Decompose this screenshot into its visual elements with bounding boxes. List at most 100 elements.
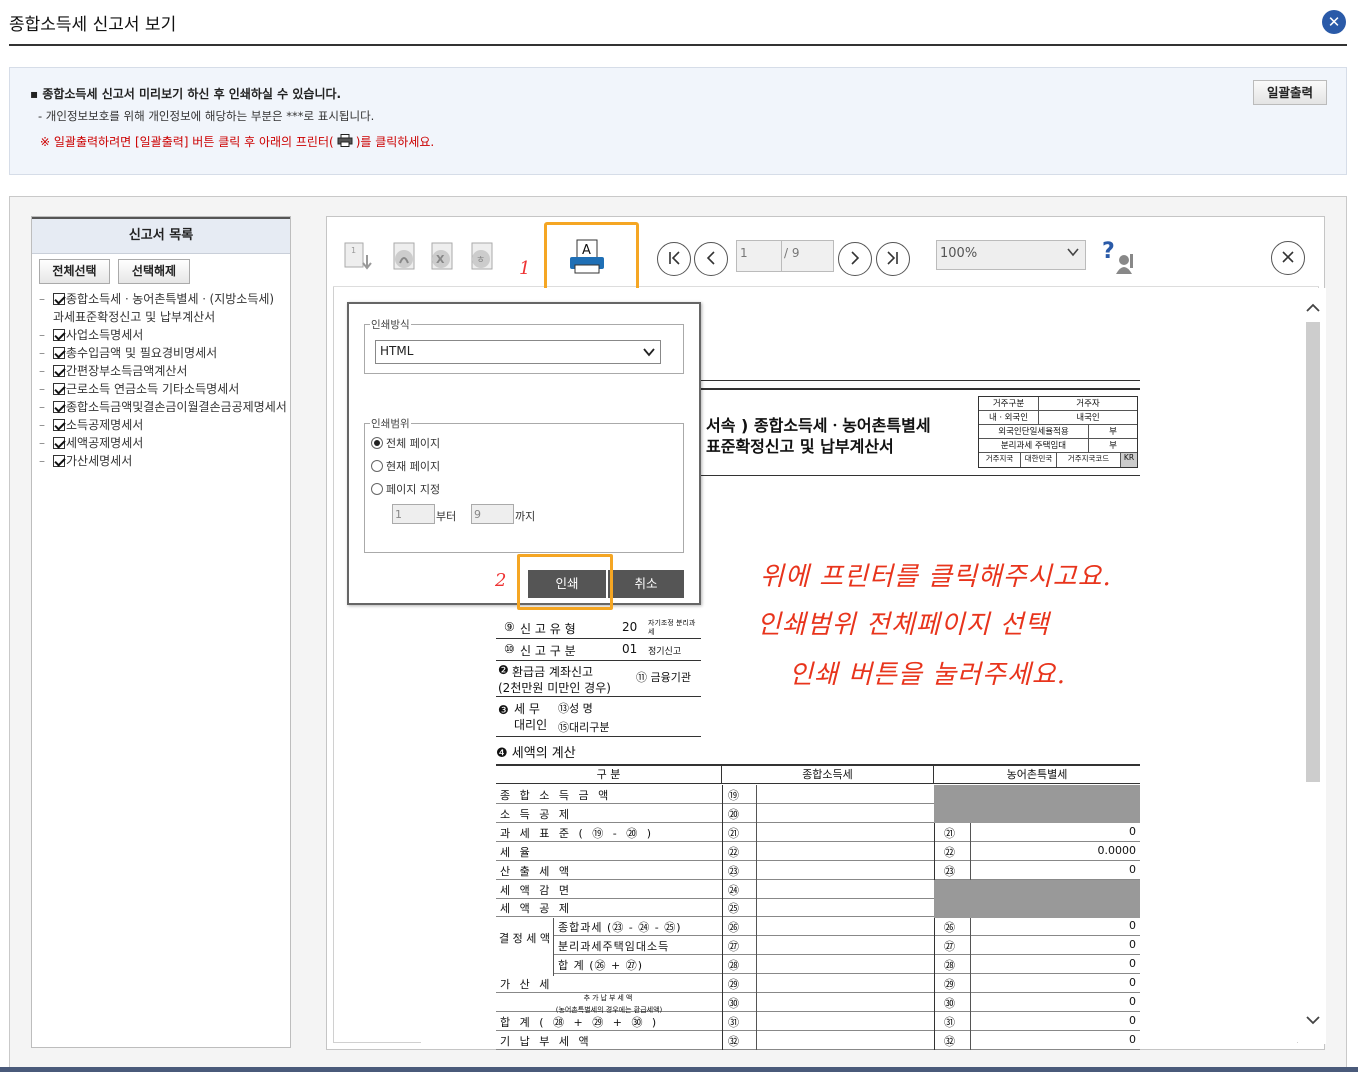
radio-button[interactable] [371, 437, 383, 449]
list-item[interactable]: – 가산세명세서 [39, 452, 287, 470]
first-page-button[interactable] [657, 242, 691, 276]
gray-block [934, 880, 1140, 918]
scrollbar-thumb[interactable] [1306, 322, 1320, 782]
tax-row: 합 계 (㉖ + ㉗) ㉘ ㉘ 0 [496, 955, 1140, 975]
doc-tax-agent: ❸세 무 대리인 ⑬성 명 ⑮대리구분 [496, 697, 701, 737]
doc-row-filing-category: ⑩신 고 구 분 01 정기신고 [496, 639, 701, 661]
range-specified-pages[interactable]: 페이지 지정 [371, 481, 440, 497]
rural-tax-row-number: ㉓ [944, 864, 955, 878]
doc-row-filing-type: ⑨신 고 유 형 20 자기조정 분리과세 [496, 617, 701, 639]
next-page-button[interactable] [838, 242, 872, 276]
help-icon[interactable]: ? [1100, 238, 1140, 276]
pdf-icon[interactable] [388, 241, 418, 275]
range-from-label: 부터 [436, 510, 457, 523]
range-from-input[interactable]: 1 [392, 504, 435, 524]
tax-row-number: ㉑ [728, 826, 739, 840]
rural-tax-row-number: ㉚ [944, 996, 955, 1010]
col-header-item: 구 분 [496, 766, 722, 784]
bottom-edge [0, 1067, 1358, 1072]
tax-row-label: 산 출 세 액 [500, 864, 572, 878]
list-item[interactable]: – 사업소득명세서 [39, 326, 287, 344]
range-all-pages[interactable]: 전체 페이지 [371, 435, 440, 451]
vertical-scrollbar[interactable] [1298, 288, 1326, 1044]
range-to-input[interactable]: 9 [471, 504, 514, 524]
print-button-highlight [517, 554, 613, 610]
tax-row-label: 종 합 소 득 금 액 [500, 789, 612, 802]
window-titlebar: 종합소득세 신고서 보기 ✕ [0, 0, 1358, 46]
tax-row-number: ㉜ [728, 1034, 739, 1048]
chevron-up-icon[interactable] [1305, 302, 1321, 314]
hwp-icon[interactable]: ㅎ [466, 241, 496, 275]
cancel-button[interactable]: 취소 [608, 570, 684, 598]
select-all-button[interactable]: 전체선택 [39, 259, 110, 284]
checkbox[interactable] [53, 455, 65, 467]
checkbox[interactable] [53, 365, 65, 377]
export-icon[interactable]: 1 [343, 241, 373, 275]
prev-page-button[interactable] [694, 242, 728, 276]
zoom-select[interactable]: 100% [936, 240, 1086, 270]
range-to-label: 까지 [515, 510, 536, 523]
checkbox[interactable] [53, 347, 65, 359]
tax-row-label: 소 득 공 제 [500, 807, 572, 821]
window-title: 종합소득세 신고서 보기 [9, 15, 177, 35]
range-current-page[interactable]: 현재 페이지 [371, 458, 440, 474]
checkbox[interactable] [53, 383, 65, 395]
zoom-value: 100% [940, 246, 978, 261]
notice-line-3-post: )를 클릭하세요. [355, 135, 435, 149]
tax-row: 과 세 표 준 ( ⑲ - ⑳ ) ㉑ ㉑ 0 [496, 822, 1140, 842]
rural-tax-value: 0 [1129, 938, 1136, 952]
radio-button[interactable] [371, 483, 383, 495]
rural-tax-value: 0 [1129, 1032, 1136, 1046]
rural-tax-value: 0 [1129, 824, 1136, 838]
list-item[interactable]: – 근로소득 연금소득 기타소득명세서 [39, 380, 287, 398]
rural-tax-row-number: ㉘ [944, 959, 955, 973]
list-item[interactable]: – 종합소득세ㆍ농어촌특별세ㆍ(지방소득세) 과세표준확정신고 및 납부계산서 [39, 290, 287, 326]
notice-panel: ▪ 종합소득세 신고서 미리보기 하신 후 인쇄하실 수 있습니다. - 개인정… [9, 67, 1347, 175]
list-item[interactable]: – 소득공제명세서 [39, 416, 287, 434]
deselect-button[interactable]: 선택해제 [118, 259, 190, 284]
checkbox[interactable] [53, 329, 65, 341]
col-header-rural-tax: 농어촌특별세 [934, 766, 1140, 784]
list-item[interactable]: – 총수입금액 및 필요경비명세서 [39, 344, 287, 362]
list-item[interactable]: – 간편장부소득금액계산서 [39, 362, 287, 380]
checkbox[interactable] [53, 401, 65, 413]
svg-text:ㅎ: ㅎ [476, 255, 485, 266]
print-method-select[interactable]: HTML [375, 340, 661, 364]
checkbox[interactable] [53, 419, 65, 431]
tax-row: 기 납 부 세 액 ㉜ ㉜ 0 [496, 1030, 1140, 1050]
excel-icon[interactable]: X [426, 241, 456, 275]
report-list-panel: 신고서 목록 전체선택 선택해제 – 종합소득세ㆍ농어촌특별세ㆍ(지방소득세) 과… [31, 216, 291, 1048]
rural-tax-value: 0 [1129, 862, 1136, 876]
printer-icon [337, 134, 353, 147]
checkbox[interactable] [53, 293, 65, 305]
tax-row-label: 세 액 감 면 [500, 883, 572, 897]
last-page-button[interactable] [876, 242, 910, 276]
notice-line-1: ▪ 종합소득세 신고서 미리보기 하신 후 인쇄하실 수 있습니다. [30, 87, 342, 101]
tax-row: 종합과세 (㉓ - ㉔ - ㉕) ㉖ ㉖ 0 [496, 917, 1140, 937]
window-close-button[interactable]: ✕ [1322, 10, 1346, 34]
notice-line-3-pre: ※ 일괄출력하려면 [일괄출력] 버튼 클릭 후 아래의 프린터( [40, 135, 334, 149]
tax-row-number: ㉔ [728, 883, 739, 897]
viewer-close-button[interactable] [1271, 241, 1305, 275]
checkbox[interactable] [53, 437, 65, 449]
notice-line-2: - 개인정보보호를 위해 개인정보에 해당하는 부분은 ***로 표시됩니다. [38, 109, 375, 123]
radio-button[interactable] [371, 460, 383, 472]
print-method-value: HTML [380, 344, 414, 358]
rural-tax-value: 0 [1129, 957, 1136, 971]
doc-heading-2: 표준확정신고 및 납부계산서 [706, 437, 894, 456]
page-number-input[interactable]: 1 [736, 240, 782, 272]
bulk-print-button[interactable]: 일괄출력 [1253, 80, 1327, 105]
tax-row-number: ⑳ [728, 807, 739, 821]
tax-row-number: ㉘ [728, 959, 739, 973]
svg-text:X: X [436, 253, 445, 266]
rural-tax-value: 0 [1129, 1013, 1136, 1027]
chevron-down-icon[interactable] [1305, 1014, 1321, 1026]
tax-row-number: ㉓ [728, 864, 739, 878]
tax-row-number: ㉚ [728, 996, 739, 1010]
report-tree: – 종합소득세ㆍ농어촌특별세ㆍ(지방소득세) 과세표준확정신고 및 납부계산서 –… [39, 290, 287, 470]
page-total: / 9 [782, 240, 834, 272]
chevron-down-icon [643, 348, 655, 357]
list-item[interactable]: – 세액공제명세서 [39, 434, 287, 452]
notice-line-3: ※ 일괄출력하려면 [일괄출력] 버튼 클릭 후 아래의 프린터( )를 클릭하세… [40, 133, 434, 150]
list-item[interactable]: – 종합소득금액및결손금이월결손금공제명세서 [39, 398, 287, 416]
